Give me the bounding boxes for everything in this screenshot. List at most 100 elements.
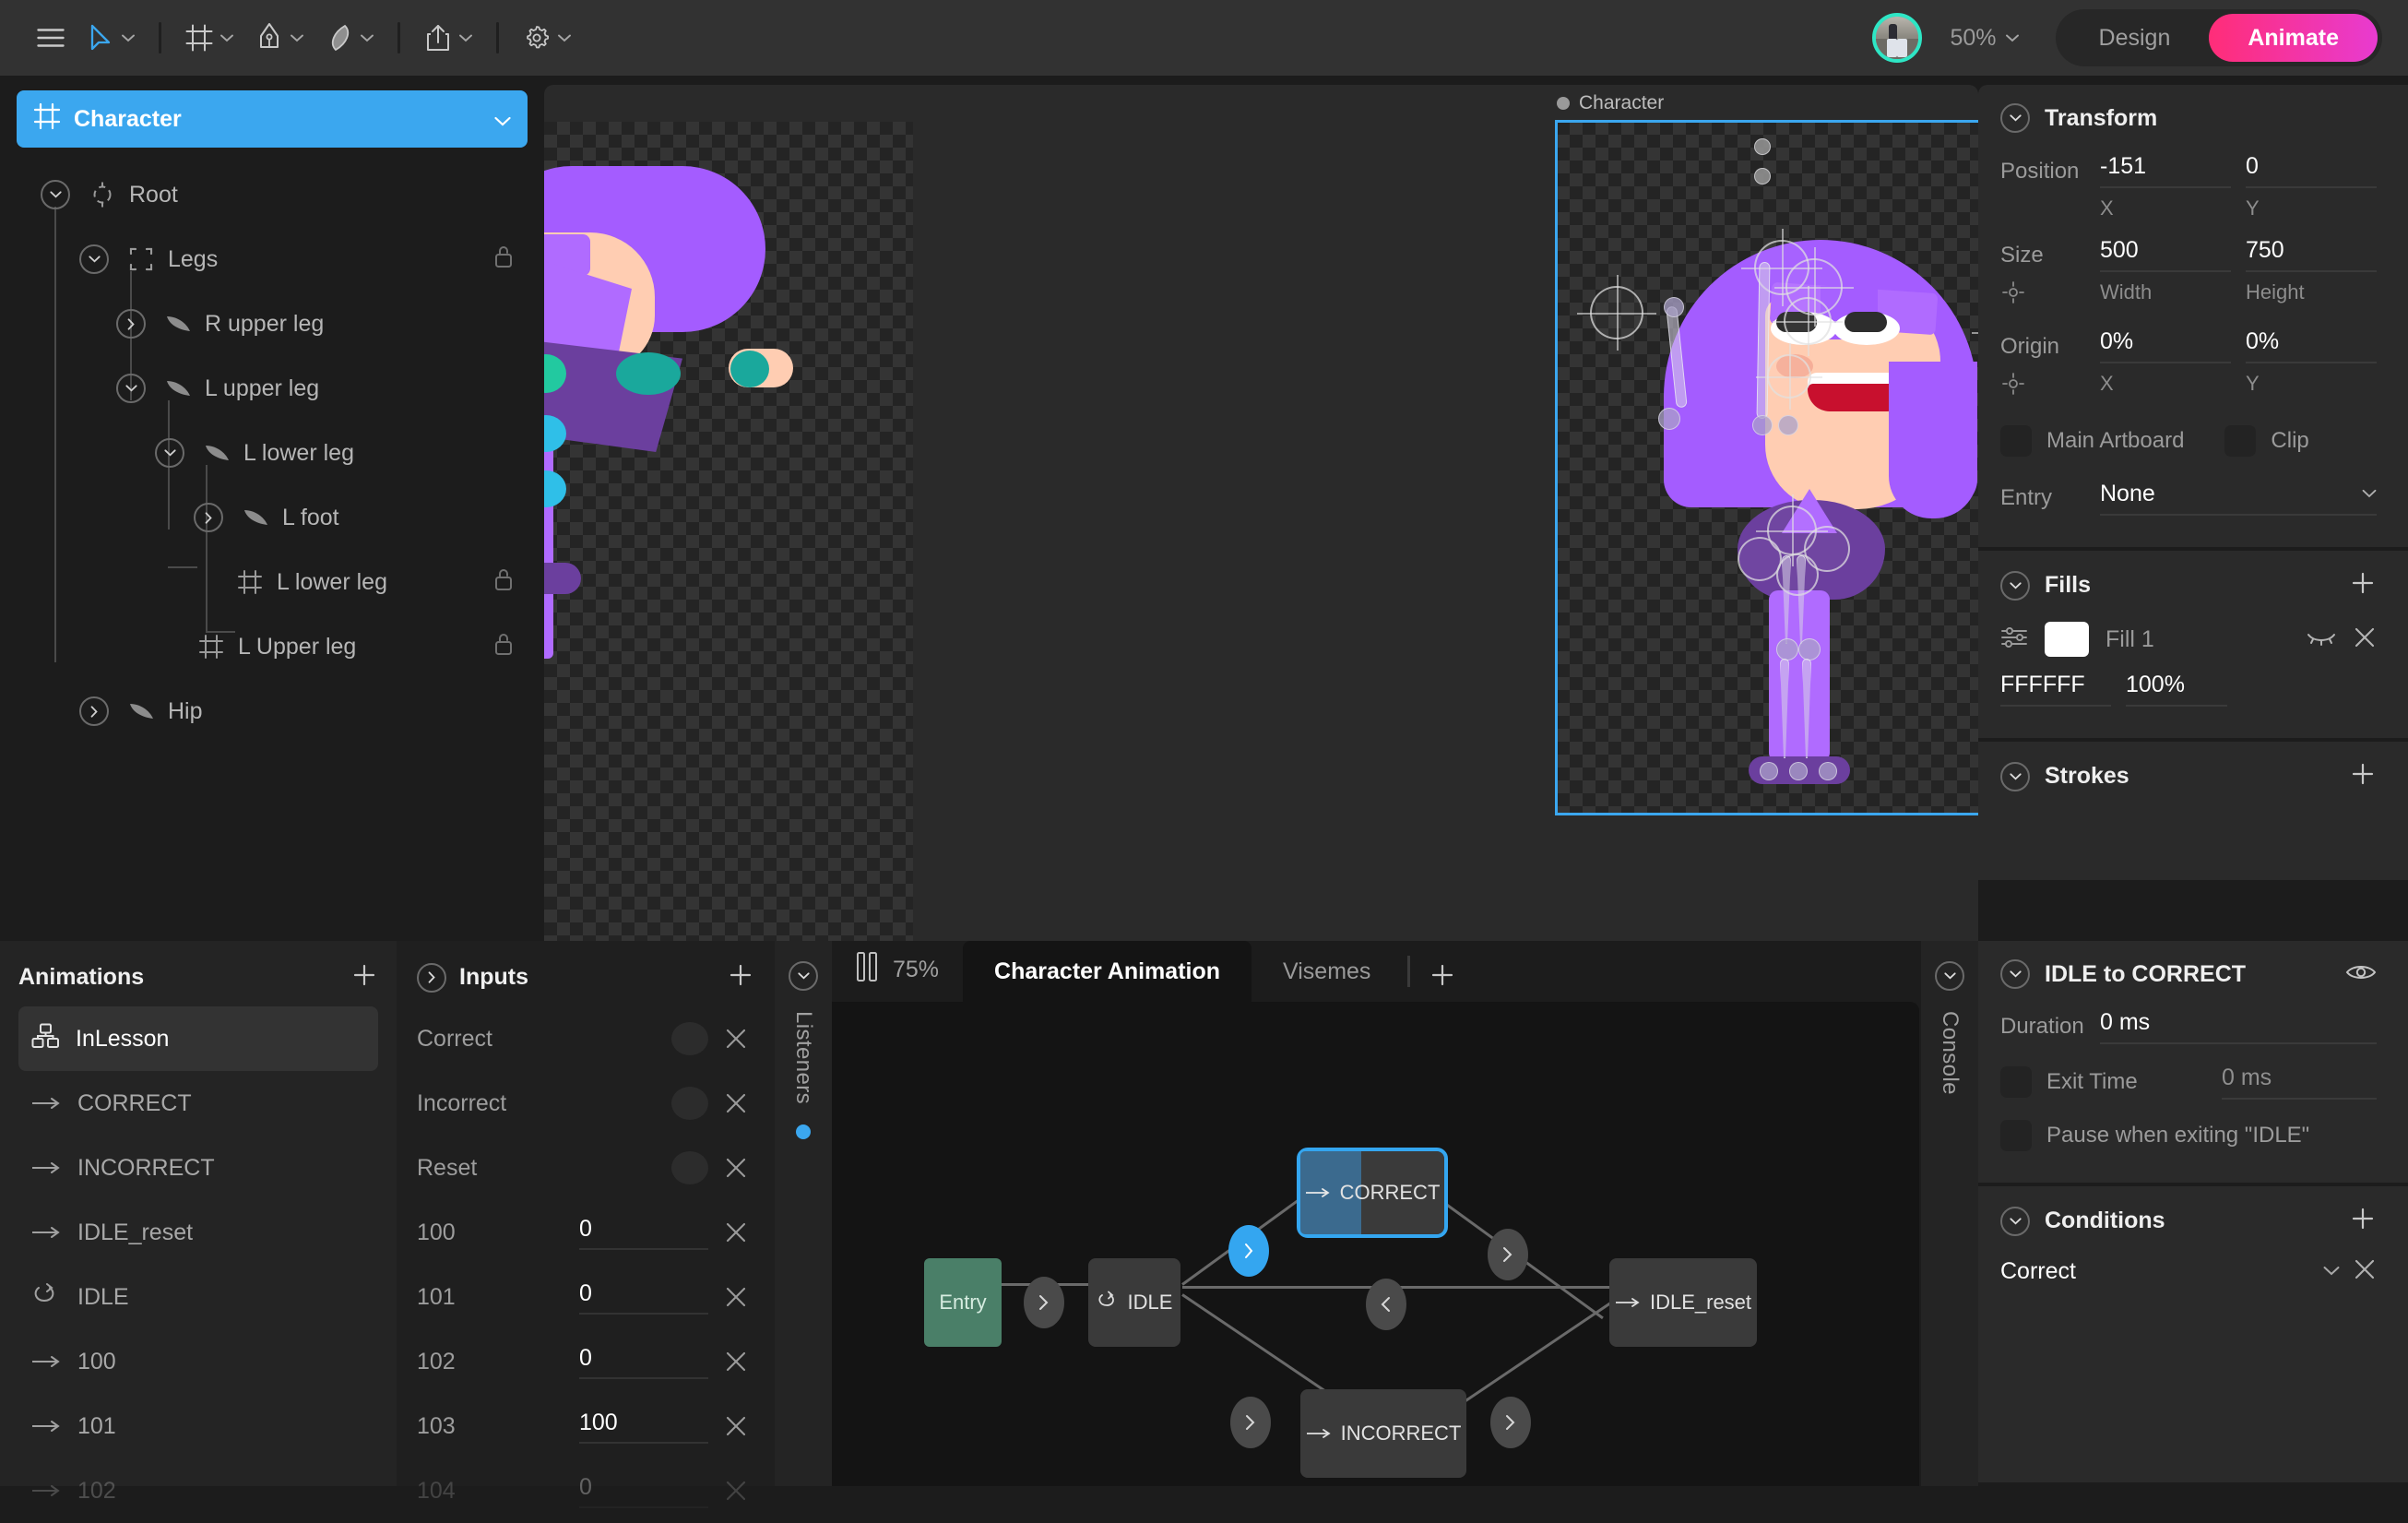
exit-time-field[interactable]: 0 ms bbox=[2222, 1065, 2377, 1100]
zoom-control[interactable]: 50% bbox=[1950, 25, 2020, 52]
node-incorrect[interactable]: INCORRECT bbox=[1300, 1389, 1466, 1478]
node-idle[interactable]: IDLE bbox=[1088, 1258, 1180, 1347]
collapse-toggle[interactable] bbox=[2000, 103, 2030, 133]
animation-item-inlesson[interactable]: InLesson bbox=[18, 1006, 378, 1071]
expand-toggle[interactable] bbox=[155, 438, 184, 468]
add-stroke-button[interactable] bbox=[2349, 760, 2377, 792]
tab-design[interactable]: Design bbox=[2060, 14, 2210, 62]
console-collapse-toggle[interactable] bbox=[1935, 961, 1964, 991]
input-trigger-button[interactable] bbox=[671, 1022, 708, 1055]
tree-item-root[interactable]: Root bbox=[17, 162, 528, 227]
collapse-toggle[interactable] bbox=[2000, 762, 2030, 791]
animation-item-102[interactable]: 102 bbox=[18, 1458, 378, 1523]
chevron-down-icon[interactable] bbox=[219, 30, 235, 46]
canvas-viewport[interactable]: Character bbox=[544, 85, 1978, 941]
input-value[interactable]: 0 bbox=[579, 1474, 708, 1508]
input-value[interactable]: 0 bbox=[579, 1345, 708, 1379]
expand-toggle[interactable] bbox=[79, 244, 109, 274]
transition-pip-correct-idlereset[interactable] bbox=[1488, 1229, 1528, 1280]
expand-toggle[interactable] bbox=[116, 374, 146, 403]
pen-tool[interactable] bbox=[244, 17, 314, 59]
transition-pip-idlereset-idle[interactable] bbox=[1366, 1279, 1406, 1330]
position-x-field[interactable]: -151 X bbox=[2100, 153, 2231, 220]
input-value[interactable]: 0 bbox=[579, 1216, 708, 1250]
tree-item-r-upper-leg[interactable]: R upper leg bbox=[17, 292, 528, 356]
lock-icon[interactable] bbox=[492, 631, 515, 663]
node-entry[interactable]: Entry bbox=[924, 1258, 1002, 1347]
expand-toggle[interactable] bbox=[41, 180, 70, 209]
chevron-down-icon[interactable] bbox=[359, 30, 375, 46]
add-fill-button[interactable] bbox=[2349, 569, 2377, 601]
animation-item-100[interactable]: 100 bbox=[18, 1329, 378, 1394]
chevron-down-icon[interactable] bbox=[494, 106, 511, 133]
input-value[interactable]: 0 bbox=[579, 1280, 708, 1315]
state-machine-canvas[interactable]: Entry IDLE COR bbox=[832, 1002, 1919, 1486]
fill-color-swatch[interactable] bbox=[2045, 622, 2089, 657]
duration-field[interactable]: 0 ms bbox=[2100, 1009, 2377, 1044]
transition-pip-incorrect-idlereset[interactable] bbox=[1490, 1397, 1531, 1448]
add-state-machine-button[interactable] bbox=[1416, 961, 1469, 1002]
canvas-area[interactable]: Character bbox=[544, 76, 1978, 941]
collapse-toggle[interactable] bbox=[2000, 571, 2030, 601]
inputs-collapse-toggle[interactable] bbox=[417, 963, 446, 993]
remove-input-button[interactable] bbox=[718, 1220, 754, 1244]
tree-item-l-upper-leg[interactable]: L upper leg bbox=[17, 356, 528, 421]
node-correct[interactable]: CORRECT bbox=[1300, 1151, 1444, 1234]
tree-item-hip[interactable]: Hip bbox=[17, 679, 528, 744]
lock-icon[interactable] bbox=[492, 244, 515, 276]
origin-x-field[interactable]: 0% X bbox=[2100, 328, 2231, 396]
main-artboard-checkbox[interactable] bbox=[2000, 425, 2032, 457]
add-input-button[interactable] bbox=[727, 961, 754, 994]
pause-checkbox[interactable] bbox=[2000, 1120, 2032, 1151]
animation-item-101[interactable]: 101 bbox=[18, 1394, 378, 1458]
transition-pip-entry-idle[interactable] bbox=[1024, 1277, 1064, 1328]
remove-input-button[interactable] bbox=[718, 1156, 754, 1180]
tree-item-legs[interactable]: Legs bbox=[17, 227, 528, 292]
width-field[interactable]: 500 Width bbox=[2100, 237, 2231, 304]
tree-item-l-upper-leg-shape[interactable]: L Upper leg bbox=[17, 614, 528, 679]
transition-visibility-icon[interactable] bbox=[2345, 962, 2377, 987]
remove-input-button[interactable] bbox=[718, 1027, 754, 1051]
chevron-down-icon[interactable] bbox=[120, 30, 136, 46]
fill-visibility-icon[interactable] bbox=[2307, 629, 2336, 650]
tab-visemes[interactable]: Visemes bbox=[1251, 941, 1402, 1002]
origin-y-field[interactable]: 0% Y bbox=[2246, 328, 2377, 396]
collapse-toggle[interactable] bbox=[2000, 959, 2030, 989]
tree-item-l-lower-leg-shape[interactable]: L lower leg bbox=[17, 550, 528, 614]
add-condition-button[interactable] bbox=[2349, 1205, 2377, 1237]
artboard-character[interactable] bbox=[1557, 122, 1978, 814]
remove-input-button[interactable] bbox=[718, 1285, 754, 1309]
expand-toggle[interactable] bbox=[194, 503, 223, 532]
animation-item-correct[interactable]: CORRECT bbox=[18, 1071, 378, 1136]
lock-icon[interactable] bbox=[492, 566, 515, 599]
collapse-toggle[interactable] bbox=[2000, 1207, 2030, 1236]
transition-pip-idle-correct[interactable] bbox=[1228, 1225, 1269, 1277]
tab-character-animation[interactable]: Character Animation bbox=[963, 941, 1251, 1002]
fill-settings-icon[interactable] bbox=[2000, 625, 2028, 654]
entry-select[interactable]: None bbox=[2100, 481, 2377, 516]
avatar[interactable] bbox=[1872, 13, 1922, 63]
height-field[interactable]: 750 Height bbox=[2246, 237, 2377, 304]
remove-input-button[interactable] bbox=[718, 1091, 754, 1115]
fill-opacity-field[interactable]: 100% bbox=[2126, 672, 2227, 707]
remove-input-button[interactable] bbox=[718, 1350, 754, 1374]
listeners-tab[interactable]: Listeners bbox=[775, 941, 832, 1486]
position-y-field[interactable]: 0 Y bbox=[2246, 153, 2377, 220]
add-animation-button[interactable] bbox=[350, 961, 378, 994]
remove-condition-button[interactable] bbox=[2353, 1257, 2377, 1286]
size-link-icon[interactable] bbox=[2000, 280, 2100, 312]
remove-fill-button[interactable] bbox=[2353, 625, 2377, 654]
listeners-collapse-toggle[interactable] bbox=[789, 961, 818, 991]
artboard-selector[interactable]: Character bbox=[17, 90, 528, 148]
export-tool[interactable] bbox=[413, 17, 483, 59]
pause-icon[interactable] bbox=[854, 951, 880, 989]
settings-tool[interactable] bbox=[512, 17, 582, 59]
condition-name[interactable]: Correct bbox=[2000, 1258, 2310, 1285]
exit-time-checkbox[interactable] bbox=[2000, 1066, 2032, 1098]
remove-input-button[interactable] bbox=[718, 1479, 754, 1503]
chevron-down-icon[interactable] bbox=[457, 30, 474, 46]
artboard-tool[interactable] bbox=[174, 17, 244, 59]
tree-item-l-foot[interactable]: L foot bbox=[17, 485, 528, 550]
clip-checkbox[interactable] bbox=[2224, 425, 2256, 457]
chevron-down-icon[interactable] bbox=[556, 30, 573, 46]
